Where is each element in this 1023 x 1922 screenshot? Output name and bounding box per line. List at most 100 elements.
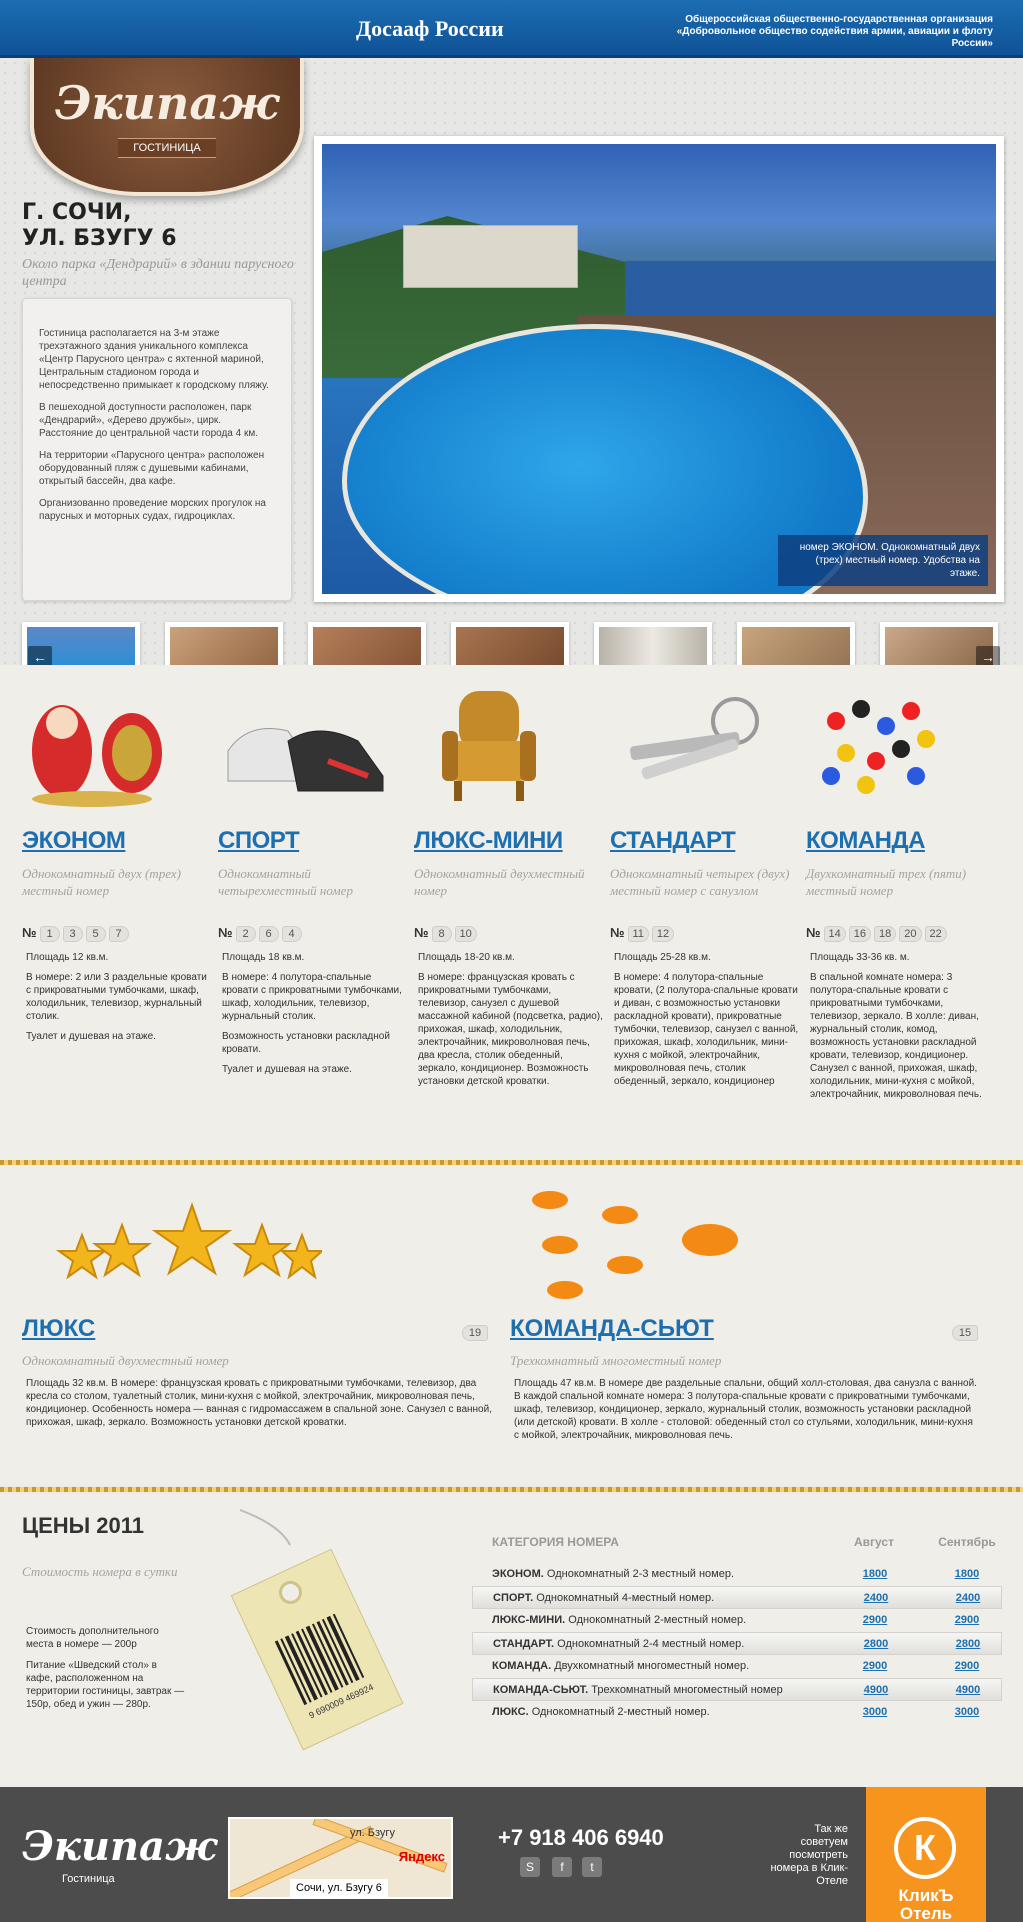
- col-august: Август: [854, 1535, 894, 1549]
- description-paragraph: В пешеходной доступности расположен, пар…: [39, 402, 259, 439]
- room-detail: Площадь 25-28 кв.м.: [614, 952, 711, 963]
- prices-title: ЦЕНЫ 2011: [22, 1513, 145, 1538]
- price-category: КОМАНДА-СЬЮТ.: [493, 1684, 589, 1696]
- room-number[interactable]: 4: [281, 926, 302, 942]
- logo-subtitle: ГОСТИНИЦА: [118, 138, 216, 158]
- room-number[interactable]: 10: [454, 926, 477, 942]
- description-paragraph: Гостиница располагается на 3-м этаже тре…: [39, 328, 269, 391]
- price-september[interactable]: 2900: [932, 1655, 1002, 1678]
- phone-number[interactable]: +7 918 406 6940: [498, 1825, 664, 1851]
- hotel-description: Гостиница располагается на 3-м этаже тре…: [22, 298, 292, 601]
- room-econom: ЭКОНОМ Однокомнатный двух (трех) местный…: [22, 681, 212, 1050]
- room-number[interactable]: 19: [462, 1325, 488, 1341]
- room-title-link[interactable]: ЭКОНОМ: [22, 827, 212, 855]
- footer: Экипаж Гостиница ул. Бзугу Яндекс Сочи, …: [0, 1787, 1023, 1922]
- main-photo[interactable]: номер ЭКОНОМ. Однокомнатный двух (трех) …: [314, 136, 1004, 602]
- location-map[interactable]: ул. Бзугу Яндекс Сочи, ул. Бзугу 6: [228, 1817, 453, 1899]
- price-august[interactable]: 1800: [850, 1563, 900, 1586]
- hotel-logo[interactable]: Экипаж ГОСТИНИЦА: [30, 58, 304, 196]
- room-number[interactable]: 22: [924, 926, 947, 942]
- keys-icon: [610, 681, 800, 809]
- col-september: Сентябрь: [938, 1535, 996, 1549]
- price-row: ЛЮКС. Однокомнатный 2-местный номер. 3000…: [472, 1701, 1002, 1724]
- footer-logo-subtitle: Гостиница: [62, 1873, 115, 1885]
- room-number[interactable]: 2: [235, 926, 256, 942]
- price-row: СТАНДАРТ. Однокомнатный 2-4 местный номе…: [472, 1632, 1002, 1655]
- facebook-icon[interactable]: f: [552, 1857, 572, 1877]
- room-details: Площадь 33-36 кв. м. В спальной комнате …: [806, 951, 996, 1101]
- room-number[interactable]: 14: [823, 926, 846, 942]
- room-number[interactable]: 7: [108, 926, 129, 942]
- price-row: КОМАНДА. Двухкомнатный многоместный номе…: [472, 1655, 1002, 1678]
- room-number[interactable]: 3: [62, 926, 83, 942]
- room-title-link[interactable]: ЛЮКС: [22, 1315, 492, 1343]
- price-category: ЛЮКС-МИНИ.: [492, 1614, 566, 1626]
- room-detail: Туалет и душевая на этаже.: [222, 1064, 352, 1075]
- room-number[interactable]: 5: [85, 926, 106, 942]
- room-standard: СТАНДАРТ Однокомнатный четырех (двух) ме…: [610, 681, 800, 1095]
- page: Досааф России Общероссийская общественно…: [0, 0, 1023, 1922]
- price-august[interactable]: 4900: [851, 1679, 901, 1702]
- top-band: Досааф России Общероссийская общественно…: [0, 0, 1023, 58]
- price-august[interactable]: 3000: [850, 1701, 900, 1724]
- room-title-link[interactable]: КОМАНДА: [806, 827, 996, 855]
- room-number[interactable]: 20: [899, 926, 922, 942]
- room-detail: В номере: французская кровать с прикрова…: [418, 972, 603, 1087]
- klik-line-2: Отель: [899, 1904, 953, 1922]
- price-september[interactable]: 2400: [933, 1587, 1003, 1610]
- price-september[interactable]: 1800: [932, 1563, 1002, 1586]
- room-lux-mini: ЛЮКС-МИНИ Однокомнатный двухместный номе…: [414, 681, 604, 1095]
- room-number[interactable]: 12: [651, 926, 675, 942]
- price-september[interactable]: 4900: [933, 1679, 1003, 1702]
- price-category: СПОРТ.: [493, 1592, 534, 1604]
- price-september[interactable]: 2800: [933, 1633, 1003, 1656]
- map-street-label: ул. Бзугу: [350, 1827, 395, 1839]
- price-desc: Однокомнатный 4-местный номер.: [536, 1592, 715, 1604]
- room-number[interactable]: 18: [874, 926, 897, 942]
- klik-hotel-badge[interactable]: К КликЪ Отель: [866, 1787, 986, 1922]
- room-title-link[interactable]: ЛЮКС-МИНИ: [414, 827, 604, 855]
- room-number[interactable]: 15: [952, 1325, 978, 1341]
- price-row: ЛЮКС-МИНИ. Однокомнатный 2-местный номер…: [472, 1609, 1002, 1632]
- price-august[interactable]: 2900: [850, 1655, 900, 1678]
- room-title-link[interactable]: СТАНДАРТ: [610, 827, 800, 855]
- price-august[interactable]: 2400: [851, 1587, 901, 1610]
- room-detail: В номере: 2 или 3 раздельные кровати с п…: [26, 972, 207, 1022]
- room-title-link[interactable]: СПОРТ: [218, 827, 408, 855]
- col-category: КАТЕГОРИЯ НОМЕРА: [492, 1535, 619, 1549]
- org-line-2: «Добровольное общество содействия армии,…: [676, 26, 993, 49]
- price-september[interactable]: 3000: [932, 1701, 1002, 1724]
- gold-divider: [0, 1487, 1023, 1492]
- logo-name: Экипаж: [54, 76, 280, 130]
- price-desc: Трехкомнатный многоместный номер: [591, 1684, 783, 1696]
- dosaaf-title[interactable]: Досааф России: [356, 16, 504, 42]
- price-table-header: КАТЕГОРИЯ НОМЕРА Август Сентябрь: [472, 1535, 1002, 1563]
- room-number[interactable]: 1: [39, 926, 60, 942]
- room-number[interactable]: 6: [258, 926, 279, 942]
- price-august[interactable]: 2800: [851, 1633, 901, 1656]
- address-block: Г. СОЧИ, УЛ. БЗУГУ 6 Около парка «Дендра…: [22, 200, 302, 290]
- price-august[interactable]: 2900: [850, 1609, 900, 1632]
- room-detail: Площадь 18 кв.м.: [222, 952, 305, 963]
- address-title: Г. СОЧИ, УЛ. БЗУГУ 6: [22, 200, 302, 252]
- room-number[interactable]: 16: [848, 926, 871, 942]
- hero-section: Экипаж ГОСТИНИЦА Г. СОЧИ, УЛ. БЗУГУ 6 Ок…: [0, 58, 1023, 702]
- room-details: Площадь 12 кв.м. В номере: 2 или 3 разде…: [22, 951, 212, 1043]
- price-september[interactable]: 2900: [932, 1609, 1002, 1632]
- stars-icon: [22, 1165, 492, 1315]
- footer-logo[interactable]: Экипаж: [22, 1823, 217, 1870]
- klik-line-1: КликЪ: [898, 1886, 954, 1905]
- room-number[interactable]: 8: [431, 926, 452, 942]
- room-numbers: № 1 3 5 7: [22, 925, 212, 945]
- room-details: Площадь 25-28 кв.м. В номере: 4 полутора…: [610, 951, 800, 1088]
- room-number[interactable]: 11: [627, 926, 649, 942]
- price-category: КОМАНДА.: [492, 1660, 552, 1672]
- skype-icon[interactable]: S: [520, 1857, 540, 1877]
- room-title-link[interactable]: КОМАНДА-СЬЮТ: [510, 1315, 980, 1343]
- room-komanda-suite: КОМАНДА-СЬЮТ Трехкомнатный многоместный …: [510, 1165, 980, 1442]
- twitter-icon[interactable]: t: [582, 1857, 602, 1877]
- price-desc: Однокомнатный 2-3 местный номер.: [546, 1568, 735, 1580]
- room-detail: Туалет и душевая на этаже.: [26, 1031, 156, 1042]
- price-desc: Однокомнатный 2-местный номер.: [531, 1706, 710, 1718]
- price-tag-icon: 9 690009 469924: [220, 1505, 410, 1755]
